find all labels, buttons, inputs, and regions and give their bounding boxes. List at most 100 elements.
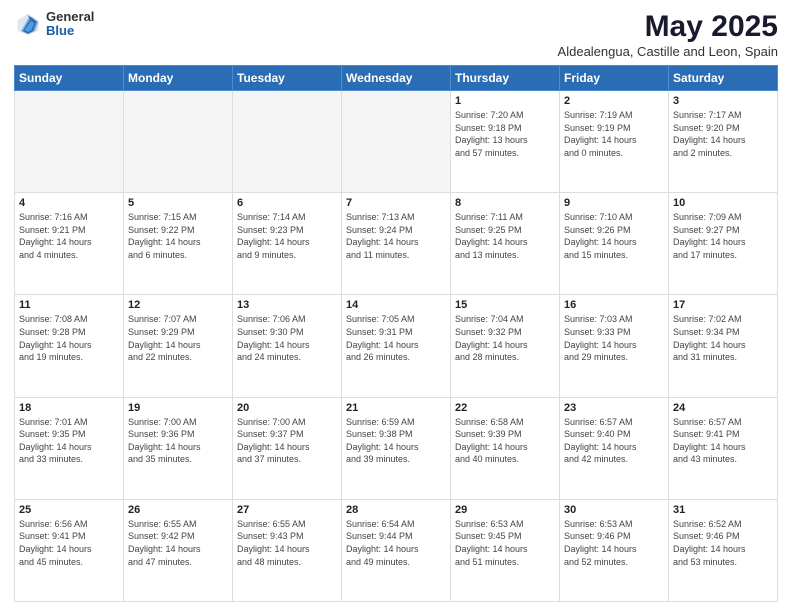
day-info: Sunrise: 7:08 AM Sunset: 9:28 PM Dayligh… <box>19 313 119 363</box>
day-info: Sunrise: 7:05 AM Sunset: 9:31 PM Dayligh… <box>346 313 446 363</box>
calendar-cell-4-4: 29Sunrise: 6:53 AM Sunset: 9:45 PM Dayli… <box>451 499 560 601</box>
day-info: Sunrise: 7:19 AM Sunset: 9:19 PM Dayligh… <box>564 109 664 159</box>
calendar-cell-4-3: 28Sunrise: 6:54 AM Sunset: 9:44 PM Dayli… <box>342 499 451 601</box>
day-number: 18 <box>19 402 119 414</box>
title-block: May 2025 Aldealengua, Castille and Leon,… <box>558 10 778 59</box>
day-number: 4 <box>19 197 119 209</box>
day-info: Sunrise: 7:15 AM Sunset: 9:22 PM Dayligh… <box>128 211 228 261</box>
day-info: Sunrise: 6:55 AM Sunset: 9:42 PM Dayligh… <box>128 518 228 568</box>
day-info: Sunrise: 7:11 AM Sunset: 9:25 PM Dayligh… <box>455 211 555 261</box>
day-number: 28 <box>346 504 446 516</box>
day-info: Sunrise: 7:03 AM Sunset: 9:33 PM Dayligh… <box>564 313 664 363</box>
day-number: 9 <box>564 197 664 209</box>
calendar-cell-2-1: 12 Sunrise: 7:07 AM Sunset: 9:29 PM Dayli… <box>124 295 233 397</box>
calendar-cell-3-3: 21 Sunrise: 6:59 AM Sunset: 9:38 PM Dayli… <box>342 397 451 499</box>
calendar-cell-3-0: 18 Sunrise: 7:01 AM Sunset: 9:35 PM Dayli… <box>15 397 124 499</box>
day-number: 8 <box>455 197 555 209</box>
day-info: Sunrise: 7:02 AM Sunset: 9:34 PM Dayligh… <box>673 313 773 363</box>
calendar-cell-3-1: 19 Sunrise: 7:00 AM Sunset: 9:36 PM Dayli… <box>124 397 233 499</box>
day-number: 6 <box>237 197 337 209</box>
day-info: Sunrise: 7:14 AM Sunset: 9:23 PM Dayligh… <box>237 211 337 261</box>
day-info: Sunrise: 7:16 AM Sunset: 9:21 PM Dayligh… <box>19 211 119 261</box>
calendar-cell-4-6: 31Sunrise: 6:52 AM Sunset: 9:46 PM Dayli… <box>669 499 778 601</box>
day-number: 1 <box>455 95 555 107</box>
calendar-cell-2-2: 13Sunrise: 7:06 AM Sunset: 9:30 PM Dayli… <box>233 295 342 397</box>
calendar-cell-0-6: 3Sunrise: 7:17 AM Sunset: 9:20 PM Daylig… <box>669 91 778 193</box>
calendar-cell-3-4: 22Sunrise: 6:58 AM Sunset: 9:39 PM Dayli… <box>451 397 560 499</box>
day-number: 31 <box>673 504 773 516</box>
calendar-cell-1-3: 7Sunrise: 7:13 AM Sunset: 9:24 PM Daylig… <box>342 193 451 295</box>
col-tuesday: Tuesday <box>233 66 342 91</box>
calendar-cell-0-3 <box>342 91 451 193</box>
day-number: 14 <box>346 299 446 311</box>
calendar-cell-2-5: 16Sunrise: 7:03 AM Sunset: 9:33 PM Dayli… <box>560 295 669 397</box>
day-info: Sunrise: 6:56 AM Sunset: 9:41 PM Dayligh… <box>19 518 119 568</box>
calendar-cell-3-6: 24 Sunrise: 6:57 AM Sunset: 9:41 PM Dayli… <box>669 397 778 499</box>
week-row-3: 18 Sunrise: 7:01 AM Sunset: 9:35 PM Dayli… <box>15 397 778 499</box>
day-info: Sunrise: 6:55 AM Sunset: 9:43 PM Dayligh… <box>237 518 337 568</box>
calendar-cell-2-0: 11 Sunrise: 7:08 AM Sunset: 9:28 PM Dayli… <box>15 295 124 397</box>
day-info: Sunrise: 6:57 AM Sunset: 9:41 PM Dayligh… <box>673 416 773 466</box>
calendar-cell-0-0 <box>15 91 124 193</box>
header: General Blue May 2025 Aldealengua, Casti… <box>14 10 778 59</box>
day-number: 10 <box>673 197 773 209</box>
calendar-cell-1-1: 5 Sunrise: 7:15 AM Sunset: 9:22 PM Daylig… <box>124 193 233 295</box>
calendar-cell-0-1 <box>124 91 233 193</box>
day-info: Sunrise: 7:00 AM Sunset: 9:36 PM Dayligh… <box>128 416 228 466</box>
calendar-cell-1-6: 10 Sunrise: 7:09 AM Sunset: 9:27 PM Dayli… <box>669 193 778 295</box>
calendar-cell-0-2 <box>233 91 342 193</box>
day-info: Sunrise: 7:01 AM Sunset: 9:35 PM Dayligh… <box>19 416 119 466</box>
calendar-cell-4-5: 30Sunrise: 6:53 AM Sunset: 9:46 PM Dayli… <box>560 499 669 601</box>
col-sunday: Sunday <box>15 66 124 91</box>
day-number: 23 <box>564 402 664 414</box>
day-number: 21 <box>346 402 446 414</box>
day-info: Sunrise: 7:17 AM Sunset: 9:20 PM Dayligh… <box>673 109 773 159</box>
day-number: 25 <box>19 504 119 516</box>
day-info: Sunrise: 7:07 AM Sunset: 9:29 PM Dayligh… <box>128 313 228 363</box>
day-number: 19 <box>128 402 228 414</box>
calendar-cell-1-2: 6 Sunrise: 7:14 AM Sunset: 9:23 PM Daylig… <box>233 193 342 295</box>
calendar-cell-2-6: 17 Sunrise: 7:02 AM Sunset: 9:34 PM Dayli… <box>669 295 778 397</box>
day-info: Sunrise: 6:57 AM Sunset: 9:40 PM Dayligh… <box>564 416 664 466</box>
col-wednesday: Wednesday <box>342 66 451 91</box>
calendar-cell-4-1: 26Sunrise: 6:55 AM Sunset: 9:42 PM Dayli… <box>124 499 233 601</box>
day-number: 12 <box>128 299 228 311</box>
col-monday: Monday <box>124 66 233 91</box>
calendar-cell-2-3: 14 Sunrise: 7:05 AM Sunset: 9:31 PM Dayli… <box>342 295 451 397</box>
day-number: 24 <box>673 402 773 414</box>
day-number: 22 <box>455 402 555 414</box>
day-number: 29 <box>455 504 555 516</box>
day-number: 15 <box>455 299 555 311</box>
day-info: Sunrise: 7:10 AM Sunset: 9:26 PM Dayligh… <box>564 211 664 261</box>
day-number: 5 <box>128 197 228 209</box>
calendar-cell-2-4: 15 Sunrise: 7:04 AM Sunset: 9:32 PM Dayli… <box>451 295 560 397</box>
calendar-cell-0-5: 2Sunrise: 7:19 AM Sunset: 9:19 PM Daylig… <box>560 91 669 193</box>
calendar-header-row: Sunday Monday Tuesday Wednesday Thursday… <box>15 66 778 91</box>
title-location: Aldealengua, Castille and Leon, Spain <box>558 44 778 59</box>
day-info: Sunrise: 6:59 AM Sunset: 9:38 PM Dayligh… <box>346 416 446 466</box>
calendar-cell-4-2: 27Sunrise: 6:55 AM Sunset: 9:43 PM Dayli… <box>233 499 342 601</box>
col-thursday: Thursday <box>451 66 560 91</box>
day-number: 11 <box>19 299 119 311</box>
logo-text: General Blue <box>46 10 94 39</box>
calendar-cell-4-0: 25 Sunrise: 6:56 AM Sunset: 9:41 PM Dayli… <box>15 499 124 601</box>
col-saturday: Saturday <box>669 66 778 91</box>
day-number: 17 <box>673 299 773 311</box>
week-row-0: 1Sunrise: 7:20 AM Sunset: 9:18 PM Daylig… <box>15 91 778 193</box>
day-info: Sunrise: 7:06 AM Sunset: 9:30 PM Dayligh… <box>237 313 337 363</box>
calendar-cell-1-0: 4 Sunrise: 7:16 AM Sunset: 9:21 PM Daylig… <box>15 193 124 295</box>
col-friday: Friday <box>560 66 669 91</box>
day-info: Sunrise: 6:53 AM Sunset: 9:46 PM Dayligh… <box>564 518 664 568</box>
logo-blue: Blue <box>46 24 94 38</box>
title-month: May 2025 <box>558 10 778 44</box>
day-info: Sunrise: 7:04 AM Sunset: 9:32 PM Dayligh… <box>455 313 555 363</box>
week-row-2: 11 Sunrise: 7:08 AM Sunset: 9:28 PM Dayli… <box>15 295 778 397</box>
calendar-cell-1-4: 8 Sunrise: 7:11 AM Sunset: 9:25 PM Daylig… <box>451 193 560 295</box>
day-info: Sunrise: 7:13 AM Sunset: 9:24 PM Dayligh… <box>346 211 446 261</box>
day-info: Sunrise: 7:09 AM Sunset: 9:27 PM Dayligh… <box>673 211 773 261</box>
week-row-4: 25 Sunrise: 6:56 AM Sunset: 9:41 PM Dayli… <box>15 499 778 601</box>
calendar-table: Sunday Monday Tuesday Wednesday Thursday… <box>14 65 778 602</box>
calendar-cell-1-5: 9 Sunrise: 7:10 AM Sunset: 9:26 PM Daylig… <box>560 193 669 295</box>
day-info: Sunrise: 7:00 AM Sunset: 9:37 PM Dayligh… <box>237 416 337 466</box>
week-row-1: 4 Sunrise: 7:16 AM Sunset: 9:21 PM Daylig… <box>15 193 778 295</box>
